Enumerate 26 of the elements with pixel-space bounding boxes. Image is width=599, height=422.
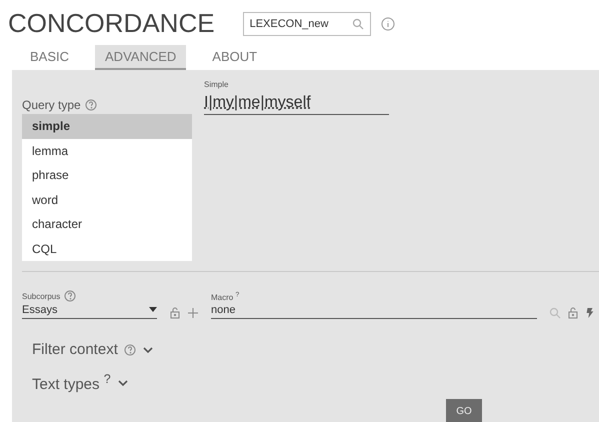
search-icon[interactable]	[549, 306, 561, 318]
field-label: Simple	[204, 80, 230, 89]
macro-field[interactable]: none	[211, 302, 537, 319]
search-icon[interactable]	[352, 18, 364, 30]
field-label: Macro $^{?}$	[211, 291, 240, 302]
plus-icon[interactable]	[187, 306, 199, 318]
info-icon[interactable]	[380, 16, 395, 30]
lightning-icon[interactable]	[585, 306, 595, 318]
caret-icon[interactable]	[149, 307, 157, 313]
field-label: Subcorpus	[22, 292, 60, 300]
lock-icon[interactable]	[567, 306, 579, 319]
help-icon[interactable]	[84, 99, 97, 111]
tab[interactable]: BASIC	[12, 45, 88, 70]
help-icon[interactable]	[64, 290, 76, 302]
list-item[interactable]: simple	[22, 114, 192, 138]
query-field[interactable]: I|my|me|myself	[204, 92, 389, 115]
app-title: CONCORDANCE	[8, 8, 215, 39]
section-toggle[interactable]: Filter context	[32, 341, 599, 358]
subcorpus-select[interactable]: Essays	[22, 302, 157, 319]
tab[interactable]: ABOUT	[194, 45, 276, 70]
help-icon[interactable]	[124, 344, 136, 356]
go-button[interactable]: GO	[446, 399, 482, 422]
corpus-field[interactable]: LEXECON_new	[242, 12, 371, 36]
lock-icon[interactable]	[169, 306, 181, 319]
query-type-label: Query type	[22, 98, 81, 112]
section-toggle[interactable]: Text types $^{?}$	[32, 372, 599, 393]
